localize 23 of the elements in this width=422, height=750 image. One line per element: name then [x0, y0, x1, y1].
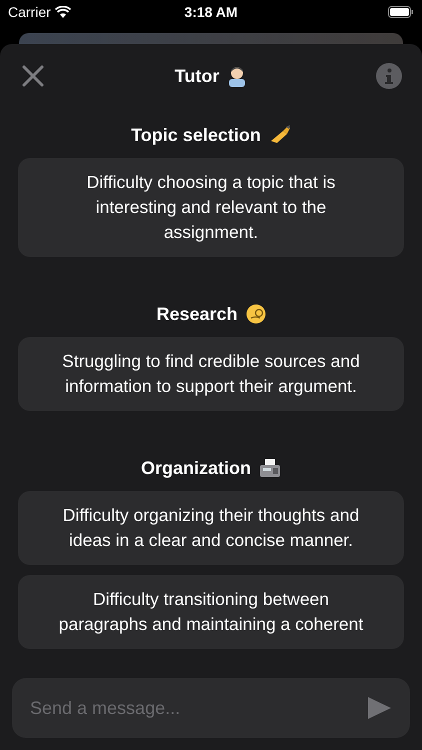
sheet-title: Tutor: [174, 64, 220, 88]
battery-icon: [388, 6, 414, 18]
message-field[interactable]: Send a message...: [30, 694, 366, 722]
wifi-icon: [54, 6, 71, 18]
section-heading: Topic selection: [131, 124, 261, 147]
section-heading: Organization: [140, 456, 251, 480]
info-icon: [384, 68, 394, 84]
close-button[interactable]: [20, 63, 46, 89]
section-heading: Research: [156, 302, 238, 326]
person-icon: [227, 65, 248, 87]
suggestion-card[interactable]: Struggling to find credible sources and information to support their argument.: [18, 337, 404, 411]
info-button[interactable]: [376, 63, 402, 89]
suggestion-card[interactable]: Difficulty choosing a topic that is interesting and relevant to the assignment.: [18, 158, 404, 257]
carrier-name: Carrier: [8, 2, 51, 22]
face-icon: [246, 304, 266, 324]
message-bar[interactable]: Send a message...: [12, 678, 410, 738]
suggestion-card[interactable]: Difficulty transitioning between paragraphs and maintaining a coherent: [18, 575, 404, 649]
send-icon: [366, 696, 392, 720]
send-button[interactable]: [366, 695, 392, 721]
close-icon: [22, 65, 44, 87]
status-time: 3:18 AM: [184, 2, 238, 22]
fax-machine-icon: [259, 458, 281, 478]
suggestion-card[interactable]: Difficulty organizing their thoughts and ideas in a clear and concise manner.: [18, 491, 404, 565]
